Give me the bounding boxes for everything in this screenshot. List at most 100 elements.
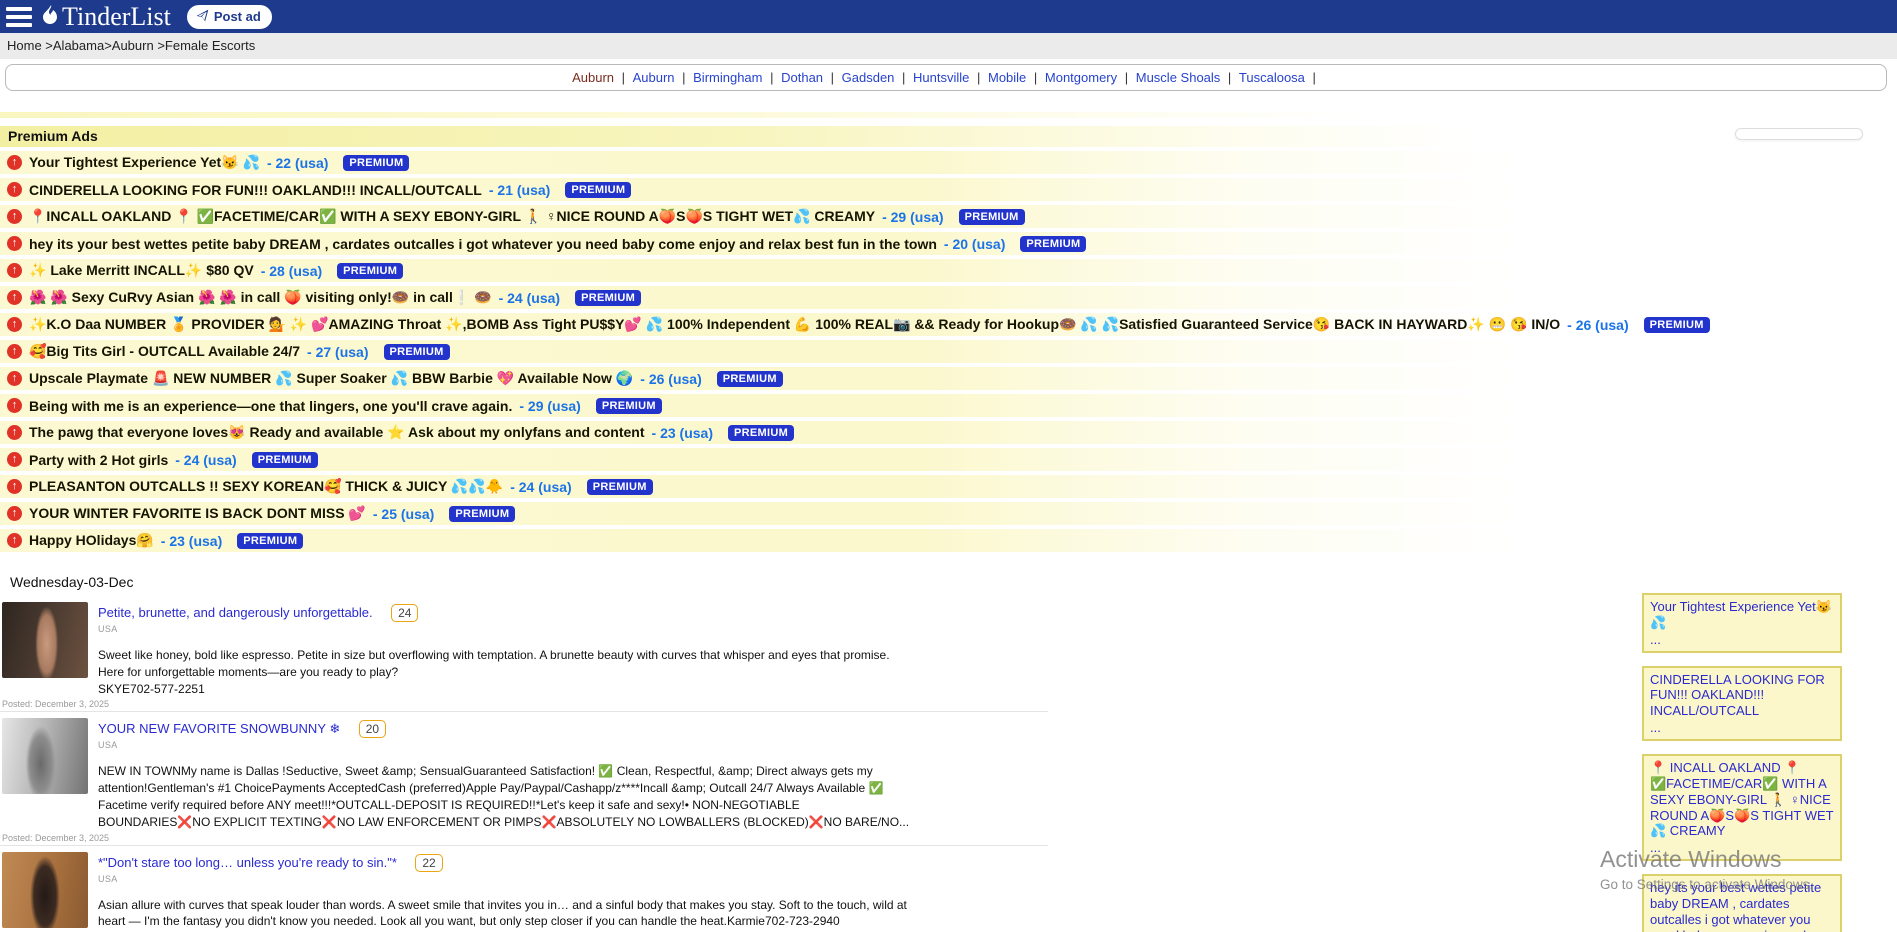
city-link[interactable]: Tuscaloosa xyxy=(1239,70,1305,85)
listing-photo[interactable] xyxy=(2,852,88,928)
premium-ad-row[interactable]: ↑ Party with 2 Hot girls - 24 (usa) PREM… xyxy=(0,448,1897,471)
premium-ad-title[interactable]: hey its your best wettes petite baby DRE… xyxy=(29,236,937,252)
premium-ad-row[interactable]: ↑ Being with me is an experience—one tha… xyxy=(0,394,1897,417)
sidebar-premium-ad[interactable]: Your Tightest Experience Yet😼 💦 ... xyxy=(1642,593,1842,653)
premium-ad-title[interactable]: ✨ Lake Merritt INCALL✨ $80 QV xyxy=(29,262,254,279)
premium-ad-title[interactable]: 🥰Big Tits Girl - OUTCALL Available 24/7 xyxy=(29,343,300,360)
premium-ad-title[interactable]: 🌺 🌺 Sexy CuRvy Asian 🌺 🌺 in call 🍑 visit… xyxy=(29,289,492,306)
premium-ad-title[interactable]: Party with 2 Hot girls xyxy=(29,452,168,468)
premium-ad-row[interactable]: ↑ PLEASANTON OUTCALLS !! SEXY KOREAN🥰 TH… xyxy=(0,475,1897,498)
hamburger-menu-icon[interactable] xyxy=(6,7,32,27)
city-link[interactable]: Dothan xyxy=(781,70,823,85)
premium-ad-title[interactable]: The pawg that everyone loves😻 Ready and … xyxy=(29,424,645,441)
premium-ad-title[interactable]: 📍INCALL OAKLAND 📍 ✅FACETIME/CAR✅ WITH A … xyxy=(29,208,875,225)
premium-ad-row[interactable]: ↑ 🌺 🌺 Sexy CuRvy Asian 🌺 🌺 in call 🍑 vis… xyxy=(0,286,1897,309)
sidebar-ad-link[interactable]: Your Tightest Experience Yet😼 💦 xyxy=(1650,599,1832,630)
premium-badge: PREMIUM xyxy=(384,344,450,360)
sidebar-premium-ad[interactable]: hey its your best wettes petite baby DRE… xyxy=(1642,874,1842,932)
bump-up-icon: ↑ xyxy=(7,209,22,224)
site-logo[interactable]: TinderList xyxy=(42,3,171,30)
premium-ad-age: - 22 (usa) xyxy=(267,155,328,171)
premium-badge: PREMIUM xyxy=(565,182,631,198)
listing-title-link[interactable]: *"Don't stare too long… unless you're re… xyxy=(98,855,397,870)
bump-up-icon: ↑ xyxy=(7,452,22,467)
city-link[interactable]: Birmingham xyxy=(693,70,762,85)
sidebar-premium-ad[interactable]: CINDERELLA LOOKING FOR FUN!!! OAKLAND!!!… xyxy=(1642,666,1842,741)
sidebar-ad-link[interactable]: CINDERELLA LOOKING FOR FUN!!! OAKLAND!!!… xyxy=(1650,672,1825,719)
bump-up-icon: ↑ xyxy=(7,290,22,305)
sidebar-ad-link[interactable]: 📍 INCALL OAKLAND 📍 ✅FACETIME/CAR✅ WITH A… xyxy=(1650,760,1834,838)
city-separator: | xyxy=(1224,70,1235,85)
city-link[interactable]: Montgomery xyxy=(1045,70,1117,85)
premium-badge: PREMIUM xyxy=(343,155,409,171)
city-link-current[interactable]: Auburn xyxy=(572,70,614,85)
premium-ad-title[interactable]: Upscale Playmate 🚨 NEW NUMBER 💦 Super So… xyxy=(29,370,633,387)
flame-icon xyxy=(42,3,60,30)
premium-badge: PREMIUM xyxy=(587,479,653,495)
city-link[interactable]: Huntsville xyxy=(913,70,969,85)
premium-ad-row[interactable]: ↑ Happy HOlidays🤗 - 23 (usa) PREMIUM xyxy=(0,529,1897,552)
city-separator: | xyxy=(1030,70,1041,85)
sidebar-premium-ad[interactable]: 📍 INCALL OAKLAND 📍 ✅FACETIME/CAR✅ WITH A… xyxy=(1642,754,1842,861)
premium-ad-age: - 27 (usa) xyxy=(307,344,368,360)
listing-title-link[interactable]: YOUR NEW FAVORITE SNOWBUNNY ❄ xyxy=(98,721,340,736)
premium-ad-title[interactable]: ✨K.O Daa NUMBER 🏅 PROVIDER 💁 ✨ 💕AMAZING … xyxy=(29,316,1560,333)
premium-badge: PREMIUM xyxy=(449,506,515,522)
premium-ad-row[interactable]: ↑ ✨ Lake Merritt INCALL✨ $80 QV - 28 (us… xyxy=(0,259,1897,282)
sidebar-ad-more[interactable]: ... xyxy=(1650,840,1834,856)
city-link[interactable]: Mobile xyxy=(988,70,1026,85)
city-separator: | xyxy=(898,70,909,85)
listing-photo[interactable] xyxy=(2,718,88,794)
city-link[interactable]: Muscle Shoals xyxy=(1136,70,1221,85)
site-logo-text: TinderList xyxy=(62,4,171,30)
date-group-header: Wednesday-03-Dec xyxy=(10,574,133,590)
city-link[interactable]: Gadsden xyxy=(842,70,895,85)
premium-ad-age: - 21 (usa) xyxy=(489,182,550,198)
premium-ad-title[interactable]: PLEASANTON OUTCALLS !! SEXY KOREAN🥰 THIC… xyxy=(29,478,503,495)
premium-ad-age: - 28 (usa) xyxy=(261,263,322,279)
sidebar-ad-link[interactable]: hey its your best wettes petite baby DRE… xyxy=(1650,880,1821,932)
listing-item[interactable]: YOUR NEW FAVORITE SNOWBUNNY ❄ 20 USA NEW… xyxy=(0,712,1048,845)
premium-ad-row[interactable]: ↑ 🥰Big Tits Girl - OUTCALL Available 24/… xyxy=(0,340,1897,363)
sidebar-ad-more[interactable]: ... xyxy=(1650,632,1834,648)
premium-ad-title[interactable]: Happy HOlidays🤗 xyxy=(29,532,154,549)
premium-ad-age: - 24 (usa) xyxy=(175,452,236,468)
premium-ad-age: - 29 (usa) xyxy=(882,209,943,225)
post-ad-button[interactable]: Post ad xyxy=(187,5,272,29)
premium-badge: PREMIUM xyxy=(1020,236,1086,252)
bump-up-icon: ↑ xyxy=(7,263,22,278)
bump-up-icon: ↑ xyxy=(7,533,22,548)
horizontal-scrollbar-thumb[interactable] xyxy=(1735,128,1863,140)
city-link[interactable]: Auburn xyxy=(633,70,675,85)
premium-ad-row[interactable]: ↑ ✨K.O Daa NUMBER 🏅 PROVIDER 💁 ✨ 💕AMAZIN… xyxy=(0,313,1897,336)
premium-badge: PREMIUM xyxy=(596,398,662,414)
premium-ad-title[interactable]: CINDERELLA LOOKING FOR FUN!!! OAKLAND!!!… xyxy=(29,182,482,198)
listing-description: Sweet like honey, bold like espresso. Pe… xyxy=(98,647,910,697)
premium-ad-row[interactable]: ↑ The pawg that everyone loves😻 Ready an… xyxy=(0,421,1897,444)
premium-badge: PREMIUM xyxy=(1644,317,1710,333)
premium-ad-age: - 24 (usa) xyxy=(510,479,571,495)
listing-item[interactable]: Petite, brunette, and dangerously unforg… xyxy=(0,596,1048,712)
listing-item[interactable]: *"Don't stare too long… unless you're re… xyxy=(0,846,1048,932)
bump-up-icon: ↑ xyxy=(7,371,22,386)
premium-badge: PREMIUM xyxy=(959,209,1025,225)
bump-up-icon: ↑ xyxy=(7,317,22,332)
premium-badge: PREMIUM xyxy=(717,371,783,387)
premium-ad-row[interactable]: ↑ Upscale Playmate 🚨 NEW NUMBER 💦 Super … xyxy=(0,367,1897,390)
premium-ad-row[interactable]: ↑ Your Tightest Experience Yet😼 💦 - 22 (… xyxy=(0,151,1897,174)
listing-posted-date: Posted: December 3, 2025 xyxy=(2,833,109,843)
premium-ad-row[interactable]: ↑ 📍INCALL OAKLAND 📍 ✅FACETIME/CAR✅ WITH … xyxy=(0,205,1897,228)
premium-ad-row[interactable]: ↑ CINDERELLA LOOKING FOR FUN!!! OAKLAND!… xyxy=(0,178,1897,201)
premium-ad-row[interactable]: ↑ hey its your best wettes petite baby D… xyxy=(0,232,1897,255)
premium-ad-title[interactable]: Your Tightest Experience Yet😼 💦 xyxy=(29,154,260,171)
listing-title-link[interactable]: Petite, brunette, and dangerously unforg… xyxy=(98,605,373,620)
listing-photo[interactable] xyxy=(2,602,88,678)
premium-ad-title[interactable]: YOUR WINTER FAVORITE IS BACK DONT MISS 💕 xyxy=(29,505,366,522)
city-separator: | xyxy=(679,70,690,85)
listing-age-badge: 24 xyxy=(391,604,418,622)
breadcrumb[interactable]: Home >Alabama>Auburn >Female Escorts xyxy=(0,33,1897,59)
city-separator: | xyxy=(973,70,984,85)
sidebar-ad-more[interactable]: ... xyxy=(1650,720,1834,736)
premium-ad-row[interactable]: ↑ YOUR WINTER FAVORITE IS BACK DONT MISS… xyxy=(0,502,1897,525)
premium-ad-title[interactable]: Being with me is an experience—one that … xyxy=(29,398,512,414)
